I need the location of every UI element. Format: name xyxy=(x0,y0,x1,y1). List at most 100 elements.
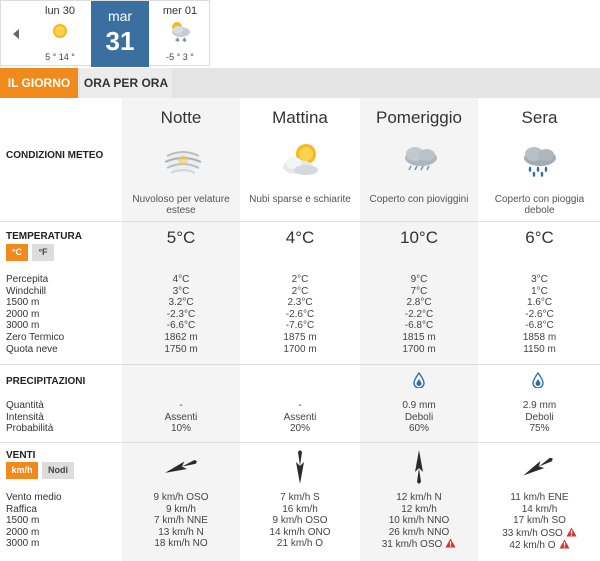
day-name: mer 01 xyxy=(162,5,198,17)
chevron-left-icon[interactable] xyxy=(1,1,31,67)
temperature-detail-value: 2.3°C xyxy=(287,297,313,309)
wind-value-text: 12 km/h xyxy=(401,503,437,515)
temperature-detail-value: 1700 m xyxy=(402,343,436,355)
temperature-value: 5°C xyxy=(166,228,196,247)
temperature-detail-value: 1.6°C xyxy=(526,297,553,309)
day-navigator: lun 30 5 ° 14 ° mar 31 mer 01 ✱ ✱ -5 ° 3… xyxy=(0,0,210,67)
wind-value: 33 km/h OSO xyxy=(479,527,600,540)
temperature-value: 10°C xyxy=(400,228,438,247)
wind-value-text: 14 km/h ONO xyxy=(269,526,331,538)
temperature-detail-value: 3°C xyxy=(172,285,190,297)
precipitation-label: PRECIPITAZIONI xyxy=(6,376,86,387)
warning-icon xyxy=(559,539,570,549)
temperature-value: 6°C xyxy=(525,228,554,247)
row-label: Quota neve xyxy=(6,343,58,355)
wind-value-text: 9 km/h xyxy=(165,503,196,515)
unit-fahrenheit-button[interactable]: °F xyxy=(32,244,54,261)
warning-icon xyxy=(445,538,456,548)
wind-value: 26 km/h NNO xyxy=(360,527,478,539)
period-pomeriggio: Pomeriggio Coperto con pioviggini 10°C 9°C 7… xyxy=(360,98,478,561)
precipitation-value: Assenti xyxy=(164,411,198,423)
temperature-detail-value: -7.6°C xyxy=(285,320,315,332)
wind-value: 12 km/h N xyxy=(360,492,478,504)
wind-value-text: 7 km/h NNE xyxy=(154,515,208,527)
svg-text:✱ ✱: ✱ ✱ xyxy=(175,37,187,44)
precipitation-value: 10% xyxy=(170,423,191,435)
day-tab-mer-01[interactable]: mer 01 ✱ ✱ -5 ° 3 ° xyxy=(151,1,209,67)
temperature-detail-value: 1815 m xyxy=(402,331,436,343)
precipitation-details: - Assenti 10% xyxy=(122,400,240,435)
wind-arrow-icon xyxy=(400,448,438,486)
wind-value: 7 km/h S xyxy=(241,492,359,504)
wind-details: 7 km/h S 16 km/h 9 km/h OSO 14 km/h ONO 21 k… xyxy=(241,492,359,550)
temperature-detail-value: -2.6°C xyxy=(525,308,554,320)
temperature-detail-value: -6.6°C xyxy=(166,320,196,332)
wind-value: 11 km/h ENE xyxy=(479,492,600,504)
wind-value: 16 km/h xyxy=(241,504,359,516)
wind-value-text: 11 km/h ENE xyxy=(510,492,569,503)
wind-value: 17 km/h SO xyxy=(479,515,600,527)
wind-value-text: 18 km/h NO xyxy=(154,538,208,550)
day-temps: -5 ° 3 ° xyxy=(166,52,194,62)
wind-value-text: 33 km/h OSO xyxy=(502,527,563,539)
period-sera: Sera Coperto con pioggia debole 6°C 3°C 1°C 1… xyxy=(479,98,600,561)
unit-knots-button[interactable]: Nodi xyxy=(42,462,74,479)
row-label: 1500 m xyxy=(6,297,40,309)
period-title: Notte xyxy=(160,108,202,127)
wind-details: 11 km/h ENE 14 km/h 17 km/h SO 33 km/h OSO 4… xyxy=(479,492,600,552)
wind-value: 9 km/h OSO xyxy=(241,515,359,527)
drizzle-cloud-icon xyxy=(399,140,443,180)
temperature-detail-value: 3.2°C xyxy=(168,297,194,309)
unit-celsius-button[interactable]: °C xyxy=(6,244,28,261)
temperature-detail-value: 9°C xyxy=(410,274,428,285)
wind-value: 18 km/h NO xyxy=(122,538,240,550)
row-label: Quantità xyxy=(6,400,44,411)
day-temps: 5 ° 14 ° xyxy=(45,52,75,62)
precipitation-value: 75% xyxy=(529,423,550,435)
wind-value-text: 7 km/h S xyxy=(280,492,320,503)
rain-cloud-icon xyxy=(518,140,562,180)
snow-cloud-icon: ✱ ✱ xyxy=(167,18,193,44)
temperature-detail-value: 2°C xyxy=(291,285,309,297)
temperature-detail-value: -6.8°C xyxy=(404,320,434,332)
wind-value: 42 km/h O xyxy=(479,539,600,552)
temperature-row-labels: Percepita Windchill 1500 m 2000 m 3000 m… xyxy=(6,274,64,355)
day-name: mar xyxy=(107,8,133,24)
precipitation-value: - xyxy=(298,400,302,411)
wind-value: 21 km/h O xyxy=(241,538,359,550)
wind-value-text: 31 km/h OSO xyxy=(381,539,443,551)
temperature-detail-value: -2.3°C xyxy=(166,308,196,320)
day-tab-mar-31[interactable]: mar 31 xyxy=(91,1,149,67)
wind-value-text: 9 km/h OSO xyxy=(272,515,328,527)
condition-text: Nuvoloso per velature estese xyxy=(132,194,230,216)
row-label: Vento medio xyxy=(6,492,62,503)
row-label: 1500 m xyxy=(6,515,40,527)
wind-value: 14 km/h xyxy=(479,504,600,516)
partly-cloudy-icon xyxy=(280,140,324,180)
wind-value-text: 21 km/h O xyxy=(276,538,324,550)
row-label: 3000 m xyxy=(6,538,40,550)
veiled-cloud-icon xyxy=(161,140,205,180)
precipitation-row-labels: Quantità Intensità Probabilità xyxy=(6,400,53,435)
temperature-detail-value: 1858 m xyxy=(522,331,557,343)
condition-text: Coperto con pioviggini xyxy=(369,194,469,205)
temperature-details: 9°C 7°C 2.8°C -2.2°C -6.8°C 1815 m 1700 m xyxy=(360,274,478,355)
row-label: Zero Termico xyxy=(6,331,65,343)
temperature-detail-value: -2.6°C xyxy=(285,308,315,320)
wind-value-text: 13 km/h N xyxy=(158,526,204,538)
tab-il-giorno[interactable]: IL GIORNO xyxy=(0,68,78,98)
wind-row-labels: Vento medio Raffica 1500 m 2000 m 3000 m xyxy=(6,492,62,550)
tab-ora-per-ora[interactable]: ORA PER ORA xyxy=(80,68,172,98)
wind-value-text: 16 km/h xyxy=(282,503,318,515)
wind-value: 14 km/h ONO xyxy=(241,527,359,539)
condition-text: Nubi sparse e schiarite xyxy=(249,194,351,205)
row-label: Intensità xyxy=(6,411,44,423)
temperature-detail-value: 7°C xyxy=(410,285,428,297)
temperature-detail-value: 1875 m xyxy=(283,331,317,343)
unit-kmh-button[interactable]: km/h xyxy=(6,462,38,479)
row-label: Probabilità xyxy=(6,423,54,435)
temperature-details: 2°C 2°C 2.3°C -2.6°C -7.6°C 1875 m 1700 m xyxy=(241,274,359,355)
precipitation-details: 0.9 mm Deboli 60% xyxy=(360,400,478,435)
day-tab-lun-30[interactable]: lun 30 5 ° 14 ° xyxy=(31,1,89,67)
condition-text: Coperto con pioggia debole xyxy=(494,194,585,216)
